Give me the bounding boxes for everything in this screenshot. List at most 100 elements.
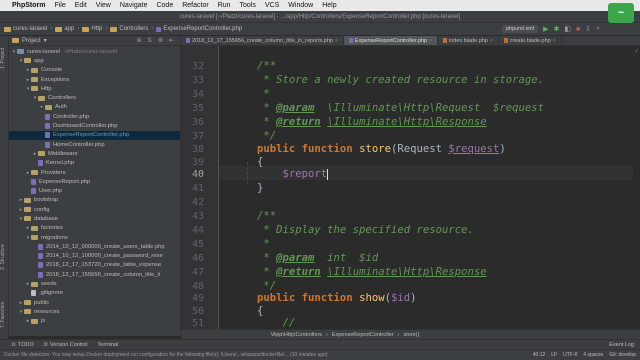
todo-tool-tab[interactable]: 6: TODO xyxy=(12,342,34,348)
debug-icon[interactable]: ✱ xyxy=(553,25,559,33)
tree-item[interactable]: ▾ resources xyxy=(9,307,180,316)
tree-item[interactable]: 2018_12_17_153720_create_table_expense xyxy=(9,261,180,270)
php-file-icon xyxy=(38,262,43,269)
tab-index-blade[interactable]: index.blade.php × xyxy=(438,36,499,45)
app-name-menu[interactable]: PhpStorm xyxy=(12,2,45,9)
indent-setting[interactable]: 4 spaces xyxy=(583,352,603,358)
tree-item[interactable]: ExpenseReportController.php xyxy=(9,130,180,140)
line-number: 50 xyxy=(191,306,204,317)
breadcrumb-method[interactable]: store() xyxy=(404,332,420,338)
tree-item[interactable]: ▾ database xyxy=(9,214,180,223)
php-file-icon xyxy=(45,141,50,148)
tree-item[interactable]: DashboardController.php xyxy=(9,121,180,130)
coverage-icon[interactable]: ◧ xyxy=(564,25,571,33)
menu-navigate[interactable]: Navigate xyxy=(120,2,148,9)
tree-item[interactable]: ExpenseReport.php xyxy=(9,177,180,186)
nav-crumb-file[interactable]: ExpenseReportController.php xyxy=(156,26,242,32)
version-control-tool-tab[interactable]: 9: Version Control xyxy=(44,342,88,348)
tab-expense-report-controller[interactable]: ExpenseReportController.php × xyxy=(343,36,438,45)
git-branch[interactable]: Git: develop xyxy=(609,352,636,358)
breadcrumb-namespace[interactable]: \App\Http\Controllers xyxy=(271,332,322,338)
run-icon[interactable]: ▶ xyxy=(543,25,548,33)
tree-item[interactable]: ▾ app xyxy=(9,56,180,65)
tree-item[interactable]: 2018_12_17_155656_create_column_title_ii xyxy=(9,270,180,279)
project-panel-header: Project ▾ ⊕ ⇅ ⚙ ⇤ xyxy=(9,36,180,46)
chevron-down-icon[interactable]: ▾ xyxy=(44,37,47,44)
favorites-tool-tab[interactable]: 7: Favorites xyxy=(0,294,9,336)
tree-item[interactable]: ▾ migrations xyxy=(9,233,180,242)
code-line-32: /** xyxy=(257,60,277,72)
code-line-38: public function store(Request $request) xyxy=(257,143,506,155)
nav-crumb-http[interactable]: Http xyxy=(82,26,102,32)
tree-item[interactable]: ▸ config xyxy=(9,205,180,214)
stop-icon[interactable]: ■ xyxy=(576,26,580,33)
close-icon[interactable]: × xyxy=(553,38,556,44)
tree-item[interactable]: ▾ Controllers xyxy=(9,93,180,102)
tree-item[interactable]: ▸ Middleware xyxy=(9,149,180,158)
menu-code[interactable]: Code xyxy=(156,2,173,9)
menu-window[interactable]: Window xyxy=(288,2,313,9)
menu-edit[interactable]: Edit xyxy=(75,2,87,9)
folder-icon xyxy=(110,26,118,32)
tree-item[interactable]: ▸ js xyxy=(9,317,180,326)
close-icon[interactable]: × xyxy=(490,38,493,44)
line-number: 45 xyxy=(191,239,204,250)
tool-window-bar: 6: TODO 9: Version Control Terminal Even… xyxy=(0,339,640,349)
menu-help[interactable]: Help xyxy=(322,2,336,9)
nav-crumb-controllers[interactable]: Controllers xyxy=(110,26,148,32)
tree-item[interactable]: ▸ public xyxy=(9,298,180,307)
search-icon[interactable]: ⌕ xyxy=(596,25,600,33)
tree-item-label: config xyxy=(34,206,50,213)
vcs-update-icon[interactable]: ⇩ xyxy=(585,25,591,33)
tree-item[interactable]: User.php xyxy=(9,186,180,195)
tree-item[interactable]: Controller.php xyxy=(9,112,180,121)
line-separator[interactable]: LF xyxy=(551,352,557,358)
terminal-tool-tab[interactable]: Terminal xyxy=(98,342,119,348)
tree-item[interactable]: Kernel.php xyxy=(9,159,180,168)
code-editor[interactable]: /** * Store a newly created resource in … xyxy=(219,46,640,329)
event-log-tool-tab[interactable]: Event Log xyxy=(609,342,634,348)
tree-item[interactable]: ▸ Console xyxy=(9,66,180,75)
tree-item[interactable]: ▸ Exceptions xyxy=(9,75,180,84)
tree-item[interactable]: ▸ Providers xyxy=(9,168,180,177)
wave-icon: ~ xyxy=(617,7,625,19)
tree-item[interactable]: HomeController.php xyxy=(9,140,180,149)
tree-item[interactable]: 2014_10_12_100000_create_password_rese xyxy=(9,252,180,261)
tab-create-blade[interactable]: create.blade.php × xyxy=(499,36,562,45)
tree-item[interactable]: ▸ Auth xyxy=(9,103,180,112)
menu-vcs[interactable]: VCS xyxy=(265,2,279,9)
nav-crumb-project[interactable]: cures-laravel xyxy=(4,26,47,32)
folder-icon xyxy=(24,207,31,213)
gear-icon[interactable]: ⊕ ⇅ ⚙ ⇤ xyxy=(137,37,176,44)
menu-refactor[interactable]: Refactor xyxy=(182,2,208,9)
file-encoding[interactable]: UTF-8 xyxy=(563,352,577,358)
project-tool-tab[interactable]: 1: Project xyxy=(0,40,9,76)
caret-position[interactable]: 40:12 xyxy=(533,352,546,358)
breadcrumb-class[interactable]: ExpenseReportController xyxy=(332,332,394,338)
php-file-icon xyxy=(31,178,36,185)
run-config-select[interactable]: phpunit.xml xyxy=(501,25,539,33)
status-message[interactable]: Docker file detection: You may setup Doc… xyxy=(4,352,328,358)
line-number: 48 xyxy=(191,281,204,292)
code-line-44: * Display the specified resource. xyxy=(257,224,474,236)
editor-scrollbar[interactable]: ✓ xyxy=(633,46,640,329)
tree-item[interactable]: ▸ bootstrap xyxy=(9,196,180,205)
menu-tools[interactable]: Tools xyxy=(240,2,256,9)
tree-item[interactable]: ▸ factories xyxy=(9,224,180,233)
structure-tool-tab[interactable]: 2: Structure xyxy=(0,236,9,278)
tree-item[interactable]: .gitignore xyxy=(9,289,180,298)
line-number: 42 xyxy=(191,197,204,208)
tree-item[interactable]: ▾ Http xyxy=(9,84,180,93)
nav-crumb-app[interactable]: app xyxy=(55,26,74,32)
menu-run[interactable]: Run xyxy=(218,2,231,9)
tree-item[interactable]: ▸ seeds xyxy=(9,279,180,288)
menu-view[interactable]: View xyxy=(96,2,111,9)
close-icon[interactable]: × xyxy=(335,38,338,44)
php-file-icon xyxy=(45,113,50,120)
close-icon[interactable]: × xyxy=(429,38,432,44)
tree-item[interactable]: 2014_10_12_000000_create_users_table.php xyxy=(9,242,180,251)
tab-migration[interactable]: 2018_12_17_155656_create_column_title_in… xyxy=(181,36,344,45)
tree-item[interactable]: ▾ cures-laravel ~/Platzi/cures-laravel xyxy=(9,47,180,56)
project-view-select[interactable]: Project xyxy=(22,38,41,44)
menu-file[interactable]: File xyxy=(54,2,65,9)
